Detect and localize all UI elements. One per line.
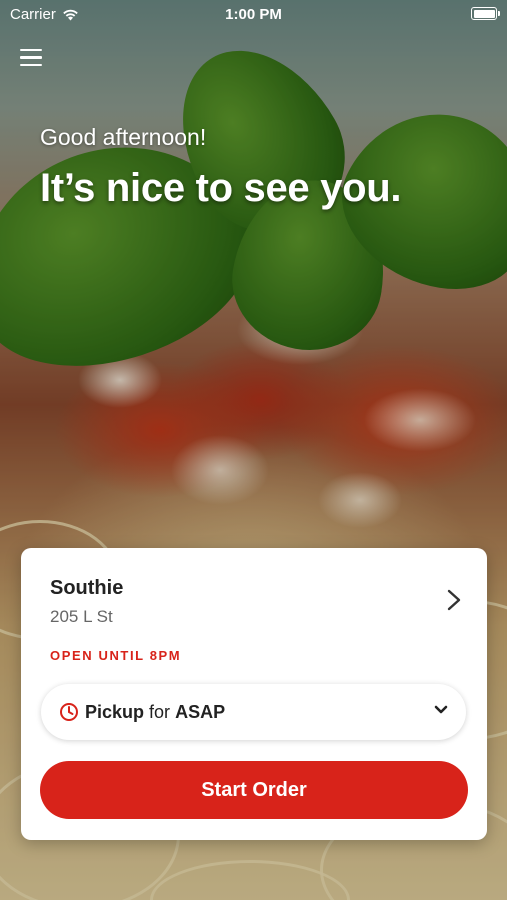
status-bar: Carrier 1:00 PM — [0, 0, 507, 28]
chevron-down-icon — [434, 705, 448, 714]
order-mode-time: ASAP — [175, 701, 226, 722]
battery-icon — [471, 7, 500, 20]
status-time: 1:00 PM — [225, 6, 282, 23]
start-order-button[interactable]: Start Order — [40, 761, 468, 819]
hamburger-menu-icon[interactable] — [20, 49, 42, 67]
greeting-text: Good afternoon! — [40, 124, 207, 150]
location-name[interactable]: Southie — [50, 577, 123, 600]
open-hours-label: OPEN UNTIL 8PM — [50, 648, 182, 663]
location-address: 205 L St — [50, 607, 113, 626]
headline-text: It’s nice to see you. — [40, 166, 402, 210]
order-mode-type: Pickup — [85, 701, 145, 722]
order-mode-text: Pickup for ASAP — [85, 702, 225, 723]
clock-icon — [60, 703, 78, 721]
order-mode-connector: for — [149, 701, 171, 722]
location-card: Southie 205 L St OPEN UNTIL 8PM Pickup f… — [21, 548, 487, 840]
order-mode-selector[interactable]: Pickup for ASAP — [41, 684, 466, 740]
chevron-right-icon[interactable] — [447, 589, 461, 611]
